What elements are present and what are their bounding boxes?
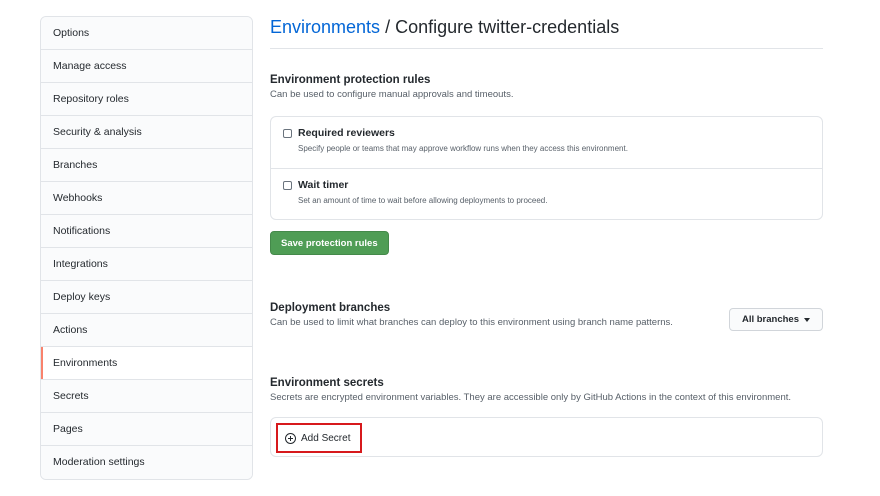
settings-sidebar: Options Manage access Repository roles S… [40,16,253,480]
page-title: Environments / Configure twitter-credent… [270,16,823,49]
chevron-down-icon [804,317,810,322]
wait-timer-label[interactable]: Wait timer [298,179,348,191]
secrets-box: Add Secret [270,417,823,457]
environment-secrets-section: Environment secrets Secrets are encrypte… [270,377,823,403]
sidebar-item-integrations[interactable]: Integrations [41,248,252,281]
sidebar-item-moderation-settings[interactable]: Moderation settings [41,446,252,479]
required-reviewers-checkbox[interactable] [283,128,292,138]
required-reviewers-label[interactable]: Required reviewers [298,127,395,139]
rule-required-reviewers: Required reviewers Specify people or tea… [271,117,822,168]
sidebar-item-repository-roles[interactable]: Repository roles [41,83,252,116]
secrets-description: Secrets are encrypted environment variab… [270,392,792,403]
protection-rules-box: Required reviewers Specify people or tea… [270,116,823,220]
environment-title: Configure twitter-credentials [395,17,620,37]
sidebar-item-secrets[interactable]: Secrets [41,380,252,413]
sidebar-item-options[interactable]: Options [41,17,252,50]
sidebar-item-deploy-keys[interactable]: Deploy keys [41,281,252,314]
plus-circle-icon [285,432,296,444]
required-reviewers-description: Specify people or teams that may approve… [298,144,628,153]
breadcrumb-environments-link[interactable]: Environments [270,17,380,37]
branches-dropdown[interactable]: All branches [728,308,823,331]
sidebar-item-environments[interactable]: Environments [41,347,252,380]
sidebar-item-manage-access[interactable]: Manage access [41,50,252,83]
save-protection-rules-button[interactable]: Save protection rules [270,231,389,255]
protection-description: Can be used to configure manual approval… [270,89,514,100]
sidebar-item-actions[interactable]: Actions [41,314,252,347]
sidebar-item-notifications[interactable]: Notifications [41,215,252,248]
breadcrumb-separator: / [385,17,391,37]
sidebar-item-branches[interactable]: Branches [41,149,252,182]
add-secret-button[interactable]: Add Secret [276,423,362,453]
add-secret-label: Add Secret [301,432,351,444]
protection-heading: Environment protection rules [270,74,431,86]
main-content: Environments / Configure twitter-credent… [270,16,823,457]
rule-wait-timer: Wait timer Set an amount of time to wait… [271,168,822,219]
sidebar-item-pages[interactable]: Pages [41,413,252,446]
sidebar-item-webhooks[interactable]: Webhooks [41,182,252,215]
branches-dropdown-label: All branches [741,314,799,325]
wait-timer-checkbox[interactable] [283,180,292,190]
deployment-branches-section: Deployment branches Can be used to limit… [270,302,823,331]
protection-header: Environment protection rules Can be used… [270,74,513,100]
secrets-heading: Environment secrets [270,377,384,389]
wait-timer-description: Set an amount of time to wait before all… [298,196,548,205]
sidebar-item-security-analysis[interactable]: Security & analysis [41,116,252,149]
